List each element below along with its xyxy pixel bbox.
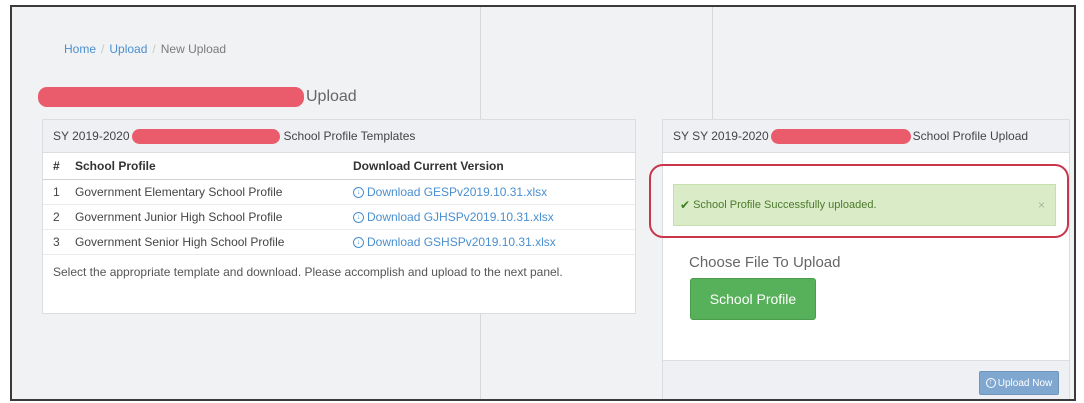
upload-circle-icon: ↑ xyxy=(985,377,996,388)
upload-panel: SY SY 2019-2020 School Profile Upload ✔ … xyxy=(649,119,1070,399)
row-number: 1 xyxy=(43,179,71,205)
download-link-text[interactable]: Download GESPv2019.10.31.xlsx xyxy=(367,185,547,199)
download-circle-icon: ↓ xyxy=(353,212,364,224)
column-header-download: Download Current Version xyxy=(349,153,635,180)
table-row: 3 Government Senior High School Profile … xyxy=(43,229,635,255)
column-header-profile: School Profile xyxy=(71,153,349,180)
breadcrumb-home-link[interactable]: Home xyxy=(64,42,96,56)
breadcrumb-upload-link[interactable]: Upload xyxy=(109,42,147,56)
download-link-text[interactable]: Download GSHSPv2019.10.31.xlsx xyxy=(367,235,556,249)
redaction-mark xyxy=(770,128,911,144)
download-link[interactable]: ↓ Download GJHSPv2019.10.31.xlsx xyxy=(349,204,635,230)
row-number: 3 xyxy=(43,229,71,255)
column-header-number: # xyxy=(43,153,71,180)
row-profile-name: Government Elementary School Profile xyxy=(71,179,349,205)
choose-file-label: Choose File To Upload xyxy=(689,254,841,271)
upload-panel-title-prefix: SY SY 2019-2020 xyxy=(673,129,769,143)
table-row: 1 Government Elementary School Profile ↓… xyxy=(43,179,635,205)
redaction-mark xyxy=(131,128,280,144)
row-profile-name: Government Senior High School Profile xyxy=(71,229,349,255)
download-link-text[interactable]: Download GJHSPv2019.10.31.xlsx xyxy=(367,210,554,224)
upload-panel-header: SY SY 2019-2020 School Profile Upload xyxy=(663,120,1069,153)
upload-panel-title-suffix: School Profile Upload xyxy=(912,129,1029,143)
app-window: Home / Upload / New Upload Upload SY 2019-20… xyxy=(10,5,1076,401)
breadcrumb-separator: / xyxy=(101,42,105,56)
download-circle-icon: ↓ xyxy=(353,237,364,249)
templates-panel-title-suffix: School Profile Templates xyxy=(283,129,416,143)
table-header-row: # School Profile Download Current Versio… xyxy=(43,153,635,180)
table-row: 2 Government Junior High School Profile … xyxy=(43,204,635,230)
breadcrumb-current: New Upload xyxy=(160,42,227,56)
school-profile-file-button[interactable]: School Profile xyxy=(690,278,816,320)
page-title-text: Upload xyxy=(306,88,357,105)
row-profile-name: Government Junior High School Profile xyxy=(71,204,349,230)
page-title: Upload xyxy=(38,87,357,107)
download-link[interactable]: ↓ Download GSHSPv2019.10.31.xlsx xyxy=(349,229,635,255)
templates-panel-header: SY 2019-2020 School Profile Templates xyxy=(43,120,635,153)
upload-panel-footer: ↑ Upload Now xyxy=(663,360,1069,399)
redaction-mark xyxy=(38,87,304,107)
breadcrumb: Home / Upload / New Upload xyxy=(64,42,226,56)
row-number: 2 xyxy=(43,204,71,230)
templates-panel: SY 2019-2020 School Profile Templates # … xyxy=(42,119,636,314)
highlight-annotation xyxy=(649,164,1069,238)
breadcrumb-separator: / xyxy=(152,42,156,56)
upload-now-button[interactable]: ↑ Upload Now xyxy=(979,371,1059,395)
instructions-note: Select the appropriate template and down… xyxy=(53,265,563,279)
download-link[interactable]: ↓ Download GESPv2019.10.31.xlsx xyxy=(349,179,635,205)
templates-table: # School Profile Download Current Versio… xyxy=(43,153,635,255)
upload-now-label: Upload Now xyxy=(997,377,1053,389)
templates-panel-title-prefix: SY 2019-2020 xyxy=(53,129,130,143)
download-circle-icon: ↓ xyxy=(353,187,364,199)
